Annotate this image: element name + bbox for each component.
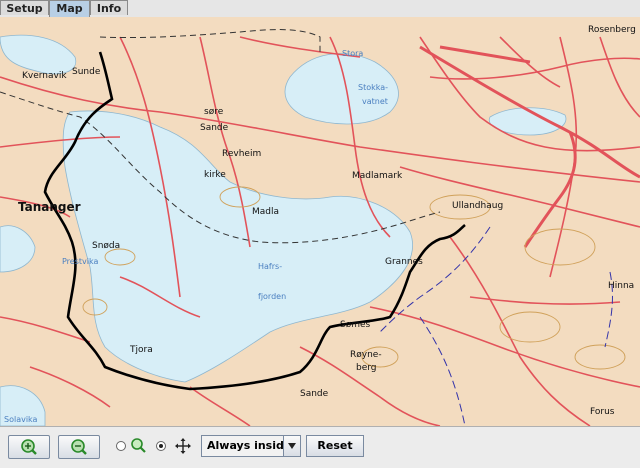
place-label-sande-bottom: Sande: [300, 389, 329, 399]
mode-select[interactable]: Always inside: [201, 435, 301, 457]
map-view[interactable]: Kvernavik Sunde Tananger søre Sande Revh…: [0, 17, 640, 426]
place-label-sunde: Sunde: [72, 67, 101, 77]
north-water: [0, 34, 77, 75]
place-label-snoda: Snøda: [92, 241, 121, 251]
zoom-in-button[interactable]: [8, 435, 50, 459]
tab-info[interactable]: Info: [90, 0, 128, 15]
place-label-tjora: Tjora: [130, 345, 153, 355]
place-label-madlamark: Madlamark: [352, 171, 403, 181]
place-label-ullandhaug: Ullandhaug: [452, 201, 504, 211]
tab-setup[interactable]: Setup: [0, 0, 49, 15]
place-label-rosenberg: Rosenberg: [588, 25, 636, 35]
place-label-tananger: Tananger: [18, 200, 81, 214]
water-label-stokka-2: vatnet: [362, 97, 388, 106]
place-label-kvernavik: Kvernavik: [22, 71, 67, 81]
water-label-solavika: Solavika: [4, 415, 38, 424]
pan-move-icon: [175, 438, 191, 454]
place-label-royneberg-2: berg: [356, 363, 377, 373]
magnifier-icon: [131, 438, 146, 453]
main-road: [419, 45, 640, 248]
zoom-mode-radio[interactable]: [116, 441, 126, 451]
tab-map[interactable]: Map: [49, 0, 90, 17]
place-label-kirke: kirke: [204, 170, 226, 180]
water-label-hafrs-1: Hafrs-: [258, 262, 283, 271]
zoom-out-icon: [71, 439, 87, 455]
place-label-sore: søre: [204, 107, 224, 117]
place-label-revheim: Revheim: [222, 149, 262, 159]
water-label-stokka-1: Stokka-: [358, 83, 389, 92]
place-label-forus: Forus: [590, 407, 615, 417]
water-label-stora: Stora: [342, 49, 364, 58]
water-label-prestvika: Prestvika: [62, 257, 99, 266]
map-toolbar: Always inside Reset: [0, 426, 640, 468]
reset-button[interactable]: Reset: [306, 435, 364, 457]
mode-select-value: Always inside: [207, 439, 292, 452]
pan-mode-radio[interactable]: [156, 441, 166, 451]
place-label-royneberg-1: Røyne-: [350, 350, 382, 360]
place-label-grannes: Grannes: [385, 257, 423, 267]
water-label-hafrs-2: fjorden: [258, 292, 287, 301]
zoom-out-button[interactable]: [58, 435, 100, 459]
chevron-down-icon[interactable]: [283, 436, 300, 456]
place-label-sande-top: Sande: [200, 123, 229, 133]
left-water: [0, 225, 36, 273]
place-label-somes: Sømes: [340, 320, 371, 330]
zoom-in-icon: [21, 439, 37, 455]
tab-bar: Setup Map Info: [0, 0, 640, 18]
place-label-madla: Madla: [252, 207, 280, 217]
place-label-hinna: Hinna: [608, 281, 635, 291]
map-graphic: [0, 29, 640, 426]
